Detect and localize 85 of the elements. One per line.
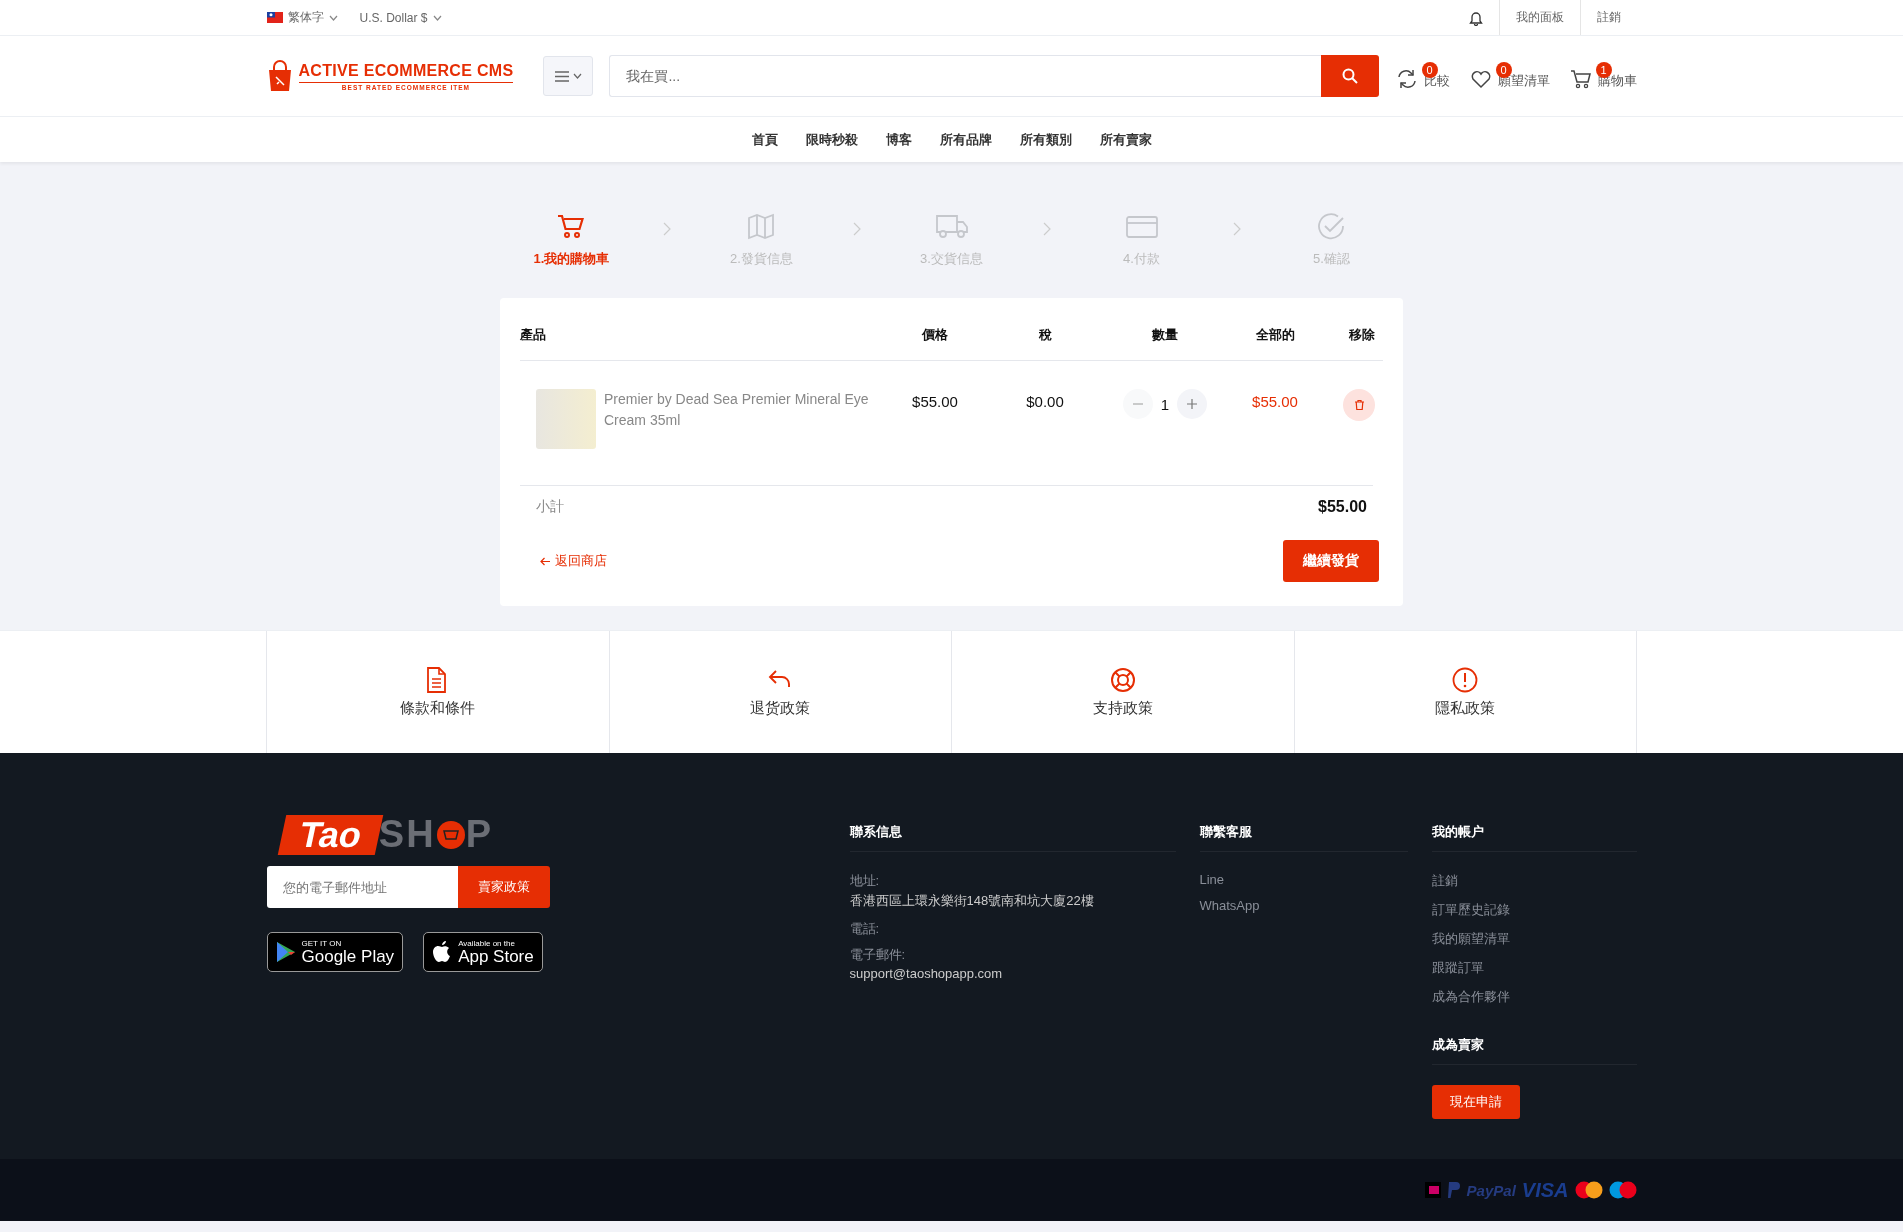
paypal-logo: PayPal [1466,1181,1516,1199]
search-field[interactable]: 我在買... [609,55,1322,97]
contact-label: 地址: [849,872,881,890]
continue-button[interactable]: 繼續發貨 [1283,540,1379,582]
plus-icon [1187,399,1198,409]
maestro-icon [1608,1181,1637,1199]
price-cell-text: $55.00 [912,392,958,410]
column-header: 稅 [1038,326,1052,344]
minus-icon [1132,403,1143,405]
search-icon [1342,68,1359,84]
visa-logo: VISA [1521,1178,1569,1202]
menu-button[interactable] [543,56,594,96]
google-play-badge[interactable]: GET IT ON Google Play [266,932,404,972]
truck-icon [935,212,968,240]
product-photo [536,389,596,449]
ideal-icon [1424,1182,1441,1198]
play-triangle-icon [275,941,296,963]
column-header: 全部的 [1255,326,1295,344]
product-name[interactable]: Premier by Dead Sea Premier Mineral Eye Cream 35ml [604,389,880,449]
subtotal-label: 小計 [536,498,564,516]
chevron-icon [1232,222,1241,236]
footer-link[interactable]: 我的願望清單 [1431,930,1637,948]
nav-link[interactable]: 所有賣家 [1099,130,1152,149]
chevron-icon [662,222,671,236]
nav-link[interactable]: 首頁 [751,130,778,149]
total-cell-text: $55.00 [1252,392,1298,410]
flag-icon [266,12,283,23]
nav-link[interactable]: 博客 [885,130,912,149]
exclamation-circle-icon [1452,666,1479,693]
footer-link[interactable]: 跟蹤訂單 [1431,959,1637,977]
apply-button[interactable]: 現在申請 [1431,1085,1520,1119]
remove-button[interactable] [1343,389,1375,421]
chevron-icon [852,222,861,236]
refresh-icon [1395,68,1418,90]
contact-label: 電話: [849,920,881,938]
app-store-badge[interactable]: Available on the App Store [423,932,543,972]
mastercard-icon [1574,1181,1603,1199]
contact-value: support@taoshopapp.com [849,966,1004,981]
heart-icon [1469,68,1492,90]
quantity-value: 1 [1160,395,1170,413]
subtotal-value: $55.00 [1318,498,1367,516]
footer-link[interactable]: 註銷 [1431,872,1637,890]
back-to-shop-link[interactable]: 返回商店 [540,552,607,570]
increase-button[interactable] [1177,389,1208,419]
email-field[interactable]: 您的電子郵件地址 [266,866,458,908]
contact-label: 電子郵件: [849,946,907,964]
apple-icon [432,940,453,964]
chevron-icon [1042,222,1051,236]
checkout-step[interactable]: 1.我的購物車 [506,212,637,268]
footer-link[interactable]: 訂單歷史記錄 [1431,901,1637,919]
lifebuoy-icon [1109,666,1136,693]
language-selector[interactable]: 繁体字 [287,9,324,26]
account-link[interactable]: 註銷 [1579,0,1637,35]
caret-icon [572,73,582,79]
section-title: 聯繫客服 [1199,813,1408,852]
footer-link[interactable]: Line [1199,872,1408,887]
column-header: 產品 [520,326,547,344]
paypal-icon [1446,1181,1461,1199]
bell-icon [1468,9,1483,26]
logo-text: ACTIVE ECOMMERCE CMS [298,61,514,80]
column-header: 移除 [1349,326,1375,344]
contact-value: 香港西區上環永樂街148號南和坑大廈22樓 [849,892,1095,910]
section-title: 我的帳户 [1431,813,1637,852]
trash-icon [1354,400,1364,410]
section-title: 聯系信息 [849,813,1176,852]
search-button[interactable] [1321,55,1380,97]
caret-icon [328,14,338,21]
menu-icon [554,70,569,82]
nav-link[interactable]: 限時秒殺 [805,130,858,149]
arrow-left-icon [540,556,551,566]
column-header: 數量 [1152,326,1178,344]
currency-selector[interactable]: U.S. Dollar $ [359,10,428,25]
subscribe-button[interactable]: 賣家政策 [457,866,550,908]
section-title: 成為賣家 [1431,1026,1637,1065]
account-link[interactable]: 我的面板 [1498,0,1580,35]
nav-link[interactable]: 所有類別 [1019,130,1072,149]
nav-link[interactable]: 所有品牌 [939,130,992,149]
basket-icon [435,819,466,850]
column-header: 價格 [922,326,948,344]
cart-icon [1569,68,1592,90]
caret-icon [432,14,442,21]
footer-link[interactable]: WhatsApp [1199,898,1408,913]
tax-cell-text: $0.00 [1026,392,1064,410]
footer-link[interactable]: 成為合作夥伴 [1431,988,1637,1006]
shopping-bag-icon [266,60,293,92]
